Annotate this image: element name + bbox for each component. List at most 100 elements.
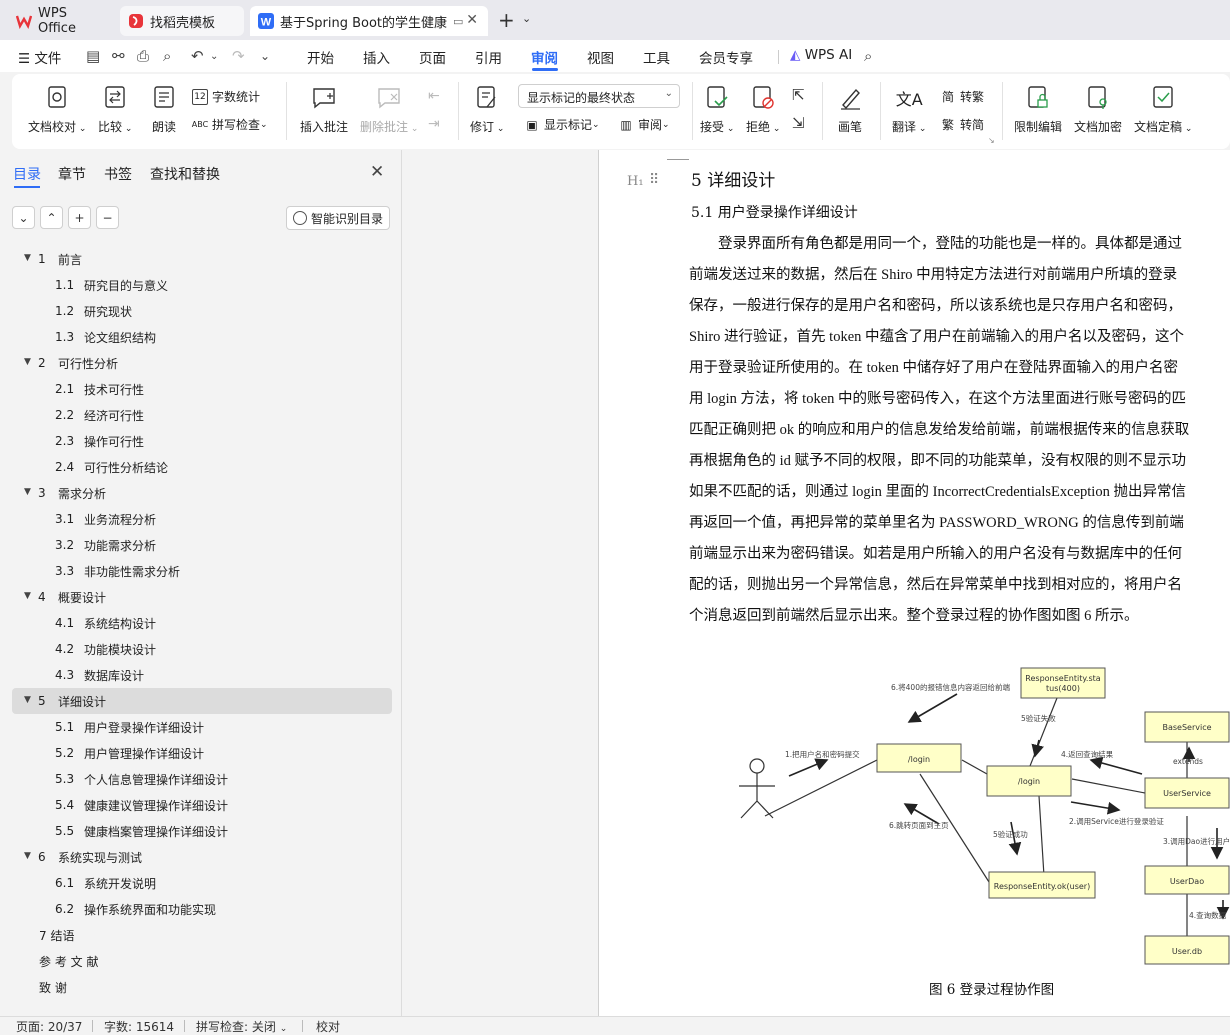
toc-item[interactable]: 2.2 经济可行性	[12, 402, 392, 428]
insert-comment-button[interactable]: 插入批注	[300, 84, 348, 135]
toc-item[interactable]: ▼ 6 系统实现与测试	[12, 844, 392, 870]
toc-item[interactable]: 5.2 用户管理操作详细设计	[12, 740, 392, 766]
print-icon[interactable]: ⎙	[137, 47, 149, 65]
track-changes-button[interactable]: 修订 ⌄	[470, 84, 504, 135]
word-count-indicator[interactable]: 字数: 15614	[104, 1018, 174, 1035]
toc-item[interactable]: 6.2 操作系统界面和功能实现	[12, 896, 392, 922]
menu-tools[interactable]: 工具	[643, 47, 670, 67]
heading-style-icon[interactable]: H₁	[627, 174, 644, 189]
toc-item[interactable]: 6.1 系统开发说明	[12, 870, 392, 896]
close-tab-icon[interactable]: ✕	[466, 12, 478, 28]
redo-icon[interactable]: ↷	[232, 47, 245, 65]
translate-button[interactable]: 文A 翻译 ⌄	[892, 84, 926, 135]
link-icon[interactable]: ⚯	[112, 47, 125, 65]
toc-item[interactable]: ▼ 4 概要设计	[12, 584, 392, 610]
review-pane-button[interactable]: ▥ 审阅 ⌄	[618, 116, 669, 133]
menu-page[interactable]: 页面	[419, 47, 446, 67]
tab-list-chevron-icon[interactable]: ⌄	[522, 12, 531, 25]
delete-comment-button[interactable]: 删除批注 ⌄	[360, 84, 418, 135]
tab-toc[interactable]: 目录	[13, 164, 41, 184]
tab-wps-office[interactable]: WPS Office	[8, 6, 114, 36]
toc-item[interactable]: 3.3 非功能性需求分析	[12, 558, 392, 584]
smart-toc-button[interactable]: 智能识别目录	[286, 206, 390, 230]
prev-change-icon[interactable]: ⇱	[792, 86, 805, 104]
menu-start[interactable]: 开始	[307, 47, 334, 67]
toc-item[interactable]: 2.4 可行性分析结论	[12, 454, 392, 480]
toc-item[interactable]: 2.3 操作可行性	[12, 428, 392, 454]
wps-ai-button[interactable]: ◭ WPS AI	[790, 47, 852, 63]
collapse-down-button[interactable]: ⌄	[12, 206, 35, 229]
toc-item[interactable]: 5.1 用户登录操作详细设计	[12, 714, 392, 740]
toc-item[interactable]: 5.5 健康档案管理操作详细设计	[12, 818, 392, 844]
print-preview-icon[interactable]: ⌕	[163, 47, 171, 65]
file-menu[interactable]: ☰ 文件	[18, 47, 61, 67]
toc-item[interactable]: 5.4 健康建议管理操作详细设计	[12, 792, 392, 818]
group-expand-icon[interactable]: ↘	[988, 136, 995, 145]
tab-document[interactable]: W 基于Spring Boot的学生健康 ▭ ✕	[250, 6, 488, 36]
toc-item[interactable]: 致 谢	[12, 974, 392, 1000]
proof-indicator[interactable]: 校对	[316, 1018, 340, 1035]
menu-reference[interactable]: 引用	[475, 47, 502, 67]
toc-item[interactable]: ▼ 3 需求分析	[12, 480, 392, 506]
document-page[interactable]: H₁ ⠿ 5 详细设计 5.1 用户登录操作详细设计 登录界面所有角色都是用同一…	[598, 150, 1230, 1016]
next-change-icon[interactable]: ⇲	[792, 114, 805, 132]
spell-check-indicator[interactable]: 拼写检查: 关闭 ⌄	[196, 1018, 287, 1035]
save-icon[interactable]: ▤	[86, 47, 100, 65]
collapse-arrow-icon[interactable]: ▼	[24, 357, 31, 367]
read-aloud-button[interactable]: 朗读	[150, 84, 178, 135]
toc-item[interactable]: 参 考 文 献	[12, 948, 392, 974]
menu-review[interactable]: 审阅	[531, 47, 558, 67]
toc-item[interactable]: 4.1 系统结构设计	[12, 610, 392, 636]
tab-template[interactable]: 找稻壳模板	[120, 6, 244, 36]
spell-check-button[interactable]: ABC 拼写检查 ⌄	[192, 116, 268, 133]
move-up-button[interactable]: ⌃	[40, 206, 63, 229]
toc-item[interactable]: 2.1 技术可行性	[12, 376, 392, 402]
tab-chapter[interactable]: 章节	[58, 164, 86, 184]
accept-button[interactable]: 接受 ⌄	[700, 84, 734, 135]
collapse-arrow-icon[interactable]: ▼	[24, 695, 31, 705]
page-indicator[interactable]: 页面: 20/37	[16, 1018, 82, 1035]
word-count-button[interactable]: 12 字数统计	[192, 88, 260, 105]
pen-button[interactable]: 画笔	[836, 84, 864, 135]
compare-button[interactable]: 比较 ⌄	[98, 84, 132, 135]
encrypt-button[interactable]: 文档加密	[1074, 84, 1122, 135]
undo-icon[interactable]: ↶	[191, 47, 204, 65]
collapse-arrow-icon[interactable]: ▼	[24, 487, 31, 497]
menu-insert[interactable]: 插入	[363, 47, 390, 67]
toc-item[interactable]: 1.2 研究现状	[12, 298, 392, 324]
tab-find-replace[interactable]: 查找和替换	[150, 164, 220, 184]
toc-item[interactable]: 1.3 论文组织结构	[12, 324, 392, 350]
menu-member[interactable]: 会员专享	[699, 47, 753, 67]
toc-item[interactable]: ▼ 1 前言	[12, 246, 392, 272]
to-simplified-button[interactable]: 繁 转简	[940, 116, 984, 133]
toc-item[interactable]: ▼ 5 详细设计	[12, 688, 392, 714]
collapse-arrow-icon[interactable]: ▼	[24, 591, 31, 601]
next-comment-icon[interactable]: ⇥	[428, 116, 440, 132]
toc-item[interactable]: 3.2 功能需求分析	[12, 532, 392, 558]
toc-item[interactable]: 3.1 业务流程分析	[12, 506, 392, 532]
toc-item[interactable]: 7 结语	[12, 922, 392, 948]
to-traditional-button[interactable]: 简 转繁	[940, 88, 984, 105]
collapse-arrow-icon[interactable]: ▼	[24, 851, 31, 861]
finalize-button[interactable]: 文档定稿 ⌄	[1134, 84, 1192, 135]
close-icon[interactable]: ✕	[370, 162, 384, 182]
toc-item[interactable]: ▼ 2 可行性分析	[12, 350, 392, 376]
undo-chevron-icon[interactable]: ⌄	[210, 51, 218, 62]
more-chevron-icon[interactable]: ⌄	[260, 49, 270, 63]
restrict-edit-button[interactable]: 限制编辑	[1014, 84, 1062, 135]
search-icon[interactable]: ⌕	[864, 47, 872, 65]
toc-item[interactable]: 1.1 研究目的与意义	[12, 272, 392, 298]
doc-proof-button[interactable]: 文档校对 ⌄	[28, 84, 86, 135]
new-tab-icon[interactable]: +	[498, 10, 515, 30]
show-markup-button[interactable]: ▣ 显示标记 ⌄	[524, 116, 599, 133]
toc-item[interactable]: 5.3 个人信息管理操作详细设计	[12, 766, 392, 792]
prev-comment-icon[interactable]: ⇤	[428, 88, 440, 104]
markup-state-select[interactable]: 显示标记的最终状态 ⌄	[518, 84, 680, 108]
remove-heading-button[interactable]: −	[96, 206, 119, 229]
toc-item[interactable]: 4.2 功能模块设计	[12, 636, 392, 662]
drag-handle-icon[interactable]: ⠿	[649, 172, 659, 188]
collapse-arrow-icon[interactable]: ▼	[24, 253, 31, 263]
monitor-icon[interactable]: ▭	[453, 15, 463, 28]
reject-button[interactable]: 拒绝 ⌄	[746, 84, 780, 135]
toc-item[interactable]: 4.3 数据库设计	[12, 662, 392, 688]
